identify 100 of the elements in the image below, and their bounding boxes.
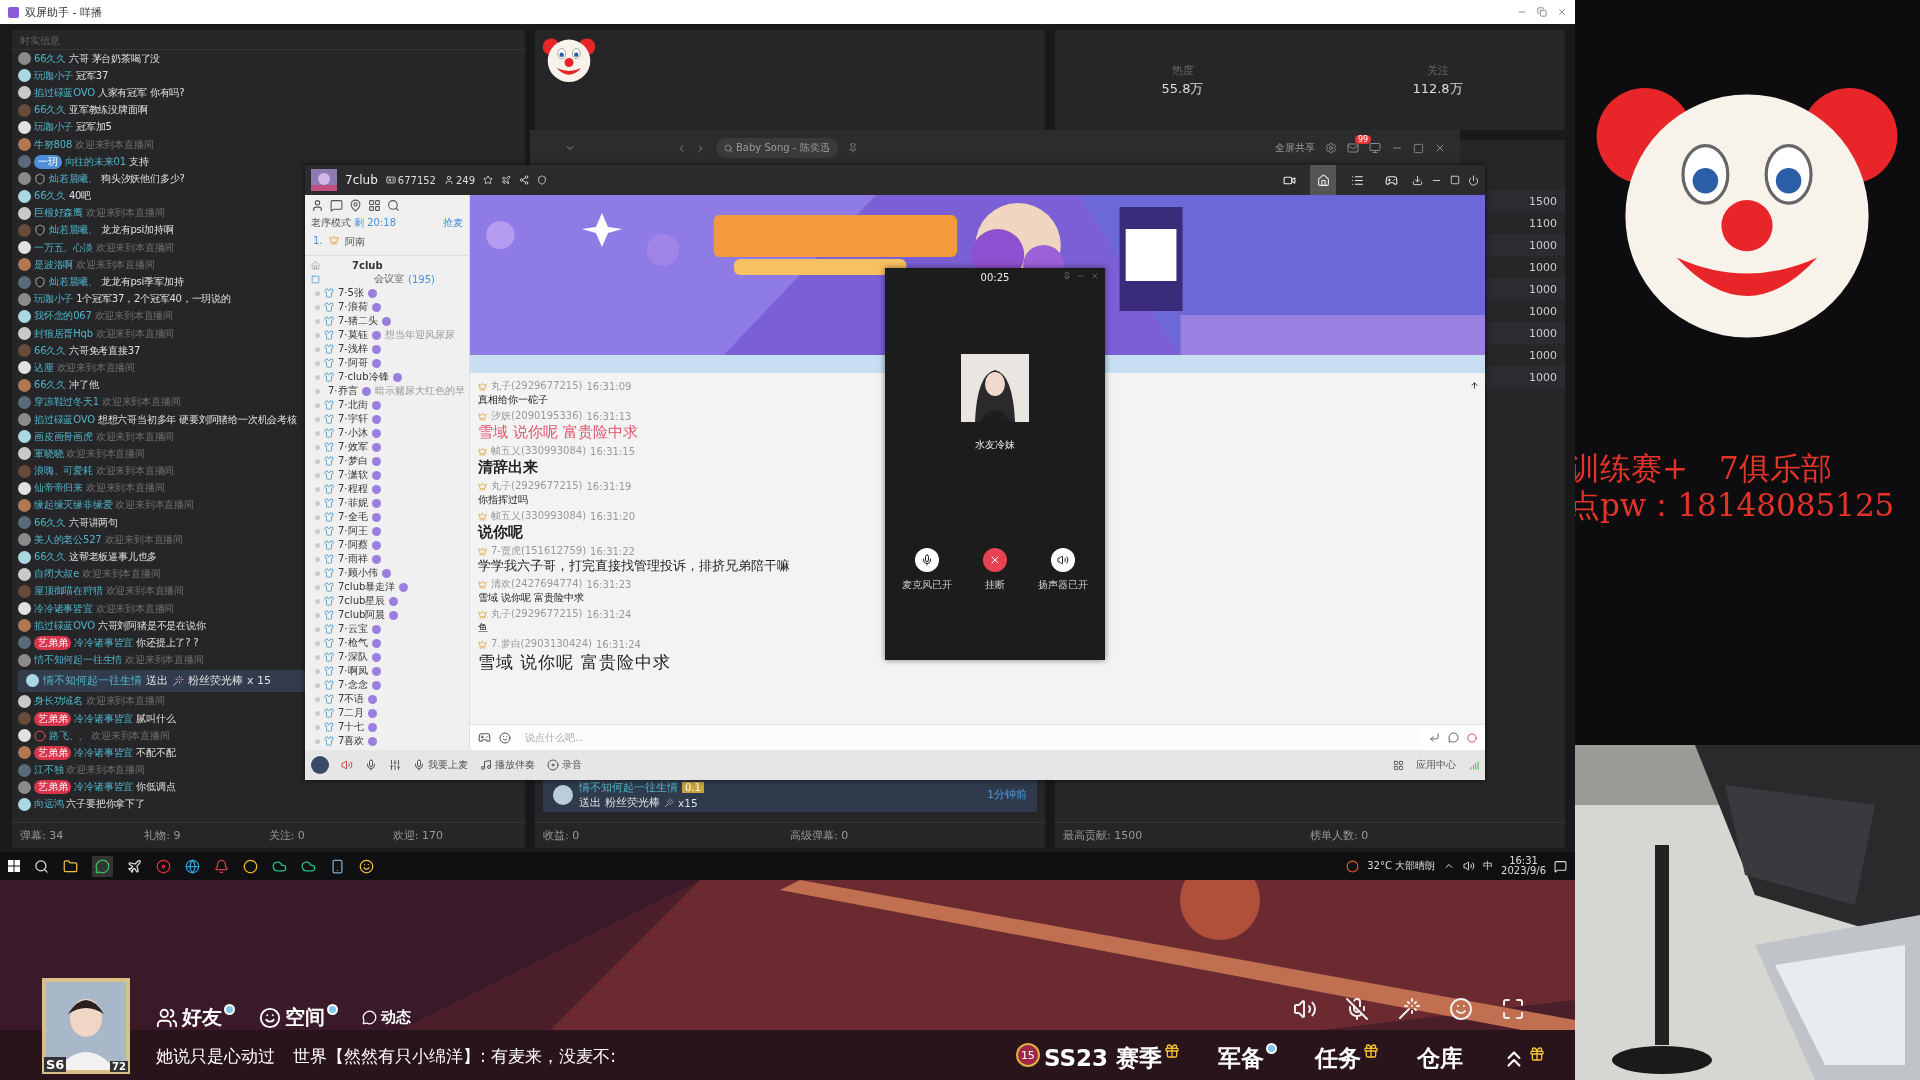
member-name[interactable]: 7·啊凤 <box>338 664 368 678</box>
member-name[interactable]: 7喜欢 <box>338 734 365 748</box>
user-name[interactable]: 是波洛啊 <box>34 257 74 272</box>
send-icon[interactable] <box>1429 732 1440 743</box>
user-name[interactable]: 一万五、心淡 <box>34 240 93 255</box>
member-name[interactable]: 7·念念 <box>338 678 368 692</box>
member-name[interactable]: 7·5张 <box>338 286 364 300</box>
user-name[interactable]: 掐过碌蓝OVO <box>34 412 95 427</box>
user-name[interactable]: 玩咖小子 <box>34 68 74 83</box>
member-name[interactable]: 7·阿哥 <box>338 356 368 370</box>
user-name[interactable]: 冷冷诸事皆宜 <box>74 711 134 726</box>
member-name[interactable]: 7·云宝 <box>338 622 368 636</box>
toolbar-button[interactable]: 录音 <box>547 758 582 772</box>
member-name[interactable]: 7·潇软 <box>338 468 368 482</box>
chat-icon[interactable] <box>330 199 343 212</box>
power-icon[interactable] <box>1468 174 1479 186</box>
mic-icon[interactable] <box>365 759 377 771</box>
user-name[interactable]: 情不知何起一往生情 <box>43 673 142 689</box>
windows-icon[interactable] <box>8 860 20 872</box>
member-name[interactable]: 7club星辰 <box>338 594 386 608</box>
user-name[interactable]: 冷冷诸事皆宜 <box>34 601 93 616</box>
close-icon[interactable] <box>1434 142 1446 154</box>
user-name[interactable]: 情不知何起一往生情 <box>34 653 123 668</box>
user-name[interactable]: 江不独 <box>34 763 64 778</box>
home-tab[interactable] <box>1310 165 1336 195</box>
ring-icon[interactable] <box>243 858 258 874</box>
user-name[interactable]: 浪嗨、可爱耗 <box>34 464 93 479</box>
user-name[interactable]: 画皮画骨画虎 <box>34 429 93 444</box>
user-name[interactable]: 自闭大叔e <box>34 567 80 582</box>
emoji-icon[interactable] <box>499 731 511 744</box>
hang-up-button[interactable] <box>983 548 1007 572</box>
member-name[interactable]: 7·全毛 <box>338 510 368 524</box>
toolbar-button[interactable]: 我要上麦 <box>413 758 468 772</box>
member-name[interactable]: 7·雨祥 <box>338 552 368 566</box>
music-icon[interactable] <box>156 858 171 874</box>
plane-icon[interactable] <box>501 175 512 185</box>
cast-icon[interactable] <box>1369 142 1381 154</box>
member-name[interactable]: 7·阿蔡 <box>338 538 368 552</box>
user-name[interactable]: 向远鸿 <box>34 797 64 812</box>
download-icon[interactable] <box>1412 174 1423 186</box>
share-icon[interactable] <box>519 175 530 185</box>
member-name[interactable]: 7十七 <box>338 720 365 734</box>
chat-icon[interactable] <box>92 855 113 877</box>
user-name[interactable]: 冷冷诸事皆宜 <box>74 745 134 760</box>
restore-icon[interactable] <box>1537 7 1547 17</box>
member-name[interactable]: 7·宇轩 <box>338 412 368 426</box>
member-name[interactable]: 7不语 <box>338 692 365 706</box>
notification-icon[interactable] <box>1554 859 1567 873</box>
toolbar-button[interactable]: 播放伴奏 <box>480 758 535 772</box>
member-name[interactable]: 7·阿王 <box>338 524 368 538</box>
user-name[interactable]: 屋顶御喵在狩猎 <box>34 584 103 599</box>
member-name[interactable]: 7-猪二头 <box>338 314 378 328</box>
shield-icon[interactable] <box>537 175 548 185</box>
member-name[interactable]: 7club阿晨 <box>338 608 386 622</box>
face-icon[interactable] <box>359 858 374 874</box>
user-name[interactable]: 玩咖小子 <box>34 120 74 135</box>
star-icon[interactable] <box>483 175 494 185</box>
user-name[interactable]: 路飞、、 <box>49 728 89 743</box>
pin-icon[interactable] <box>847 143 858 153</box>
user-name[interactable]: 灿若晨曦、 <box>49 171 98 186</box>
member-name[interactable]: 7·北街 <box>338 398 368 412</box>
user-name[interactable]: 我怀念的067 <box>34 309 92 324</box>
user-name[interactable]: 66久久 <box>34 189 66 204</box>
user-name[interactable]: 穿凉鞋过冬天1 <box>34 395 99 410</box>
user-name[interactable]: 牛努808 <box>34 137 73 152</box>
user-name[interactable]: 身长功域名 <box>34 694 83 709</box>
user-name[interactable]: 玩咖小子 <box>34 292 74 307</box>
folder-icon[interactable] <box>63 858 78 874</box>
member-name[interactable]: 7·乔言 <box>328 384 358 398</box>
member-name[interactable]: 7·枪气 <box>338 636 368 650</box>
user-name[interactable]: 66久久 <box>34 51 66 66</box>
equalizer-icon[interactable] <box>389 759 401 771</box>
search-field[interactable]: Baby Song - 陈奕迅 <box>716 138 838 158</box>
mic-button[interactable] <box>915 548 939 572</box>
member-name[interactable]: 7·效军 <box>338 440 368 454</box>
user-name[interactable]: 66久久 <box>34 550 66 565</box>
location-icon[interactable] <box>349 199 362 212</box>
member-name[interactable]: 7·深队 <box>338 650 368 664</box>
fullscreen-share-button[interactable]: 全屏共享 <box>1275 141 1315 155</box>
maximize-icon[interactable] <box>1413 142 1424 154</box>
user-name[interactable]: 軍晓晓 <box>34 446 64 461</box>
user-name[interactable]: 冷冷诸事皆宜 <box>74 780 134 795</box>
member-name[interactable]: 7·程程 <box>338 482 368 496</box>
member-name[interactable]: 7·顾小伟 <box>338 566 378 580</box>
phone-icon[interactable] <box>330 858 345 874</box>
member-name[interactable]: 7·浪荷 <box>338 300 368 314</box>
speaker-button[interactable] <box>1051 548 1075 572</box>
app-center-button[interactable]: 应用中心 <box>1416 758 1456 772</box>
user-name[interactable]: 66久久 <box>34 378 66 393</box>
board-icon[interactable] <box>368 199 381 212</box>
member-name[interactable]: 7·菲妮 <box>338 496 368 510</box>
member-name[interactable]: 7·梦白 <box>338 454 368 468</box>
user-name[interactable]: 掐过碌蓝OVO <box>34 85 95 100</box>
user-name[interactable]: 情不知何起一往生情 <box>579 780 678 795</box>
user-name[interactable]: 灿若晨曦、 <box>49 275 98 290</box>
search-icon[interactable] <box>387 199 400 212</box>
user-name[interactable]: 66久久 <box>34 343 66 358</box>
user-icon[interactable] <box>311 199 324 212</box>
clock-time[interactable]: 16:31 <box>1509 855 1538 866</box>
user-name[interactable]: 封狼居胥Hqb <box>34 326 93 341</box>
